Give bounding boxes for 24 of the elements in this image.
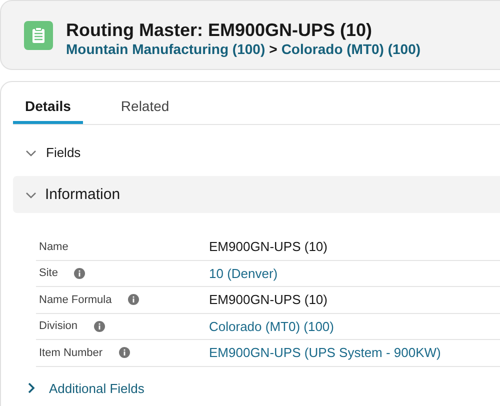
info-icon[interactable] [74, 268, 85, 279]
section-toggle[interactable]: Fields [13, 145, 81, 160]
field-label: Name Formula [39, 294, 112, 306]
field-label: Site [39, 267, 58, 280]
info-icon[interactable] [118, 347, 130, 358]
breadcrumb-separator: > [269, 40, 278, 58]
section-toggle[interactable]: Additional Fields [13, 380, 144, 396]
tab[interactable]: Related [108, 98, 182, 124]
field-value: EM900GN-UPS (10) [209, 292, 328, 308]
field-value-link[interactable]: 10 (Denver) [209, 266, 278, 281]
field-value-link[interactable]: Colorado (MT0) (100) [209, 318, 334, 334]
field-value: EM900GN-UPS (10) [209, 239, 328, 254]
field-label: Name [39, 240, 68, 253]
breadcrumb-link[interactable]: Mountain Manufacturing (100) [66, 40, 266, 58]
section-header[interactable]: Information [13, 176, 500, 213]
field-label: Item Number [39, 346, 103, 359]
breadcrumb-link[interactable]: Colorado (MT0) (100) [281, 40, 421, 58]
record-title: Routing Master: EM900GN-UPS (10) [66, 20, 374, 41]
field-value-link[interactable]: EM900GN-UPS (UPS System - 900KW) [209, 345, 441, 360]
info-icon[interactable] [128, 294, 139, 306]
field-label: Division [39, 320, 78, 332]
info-icon[interactable] [94, 320, 105, 332]
tab[interactable]: Details [13, 98, 83, 124]
clipboard-icon [24, 21, 53, 50]
